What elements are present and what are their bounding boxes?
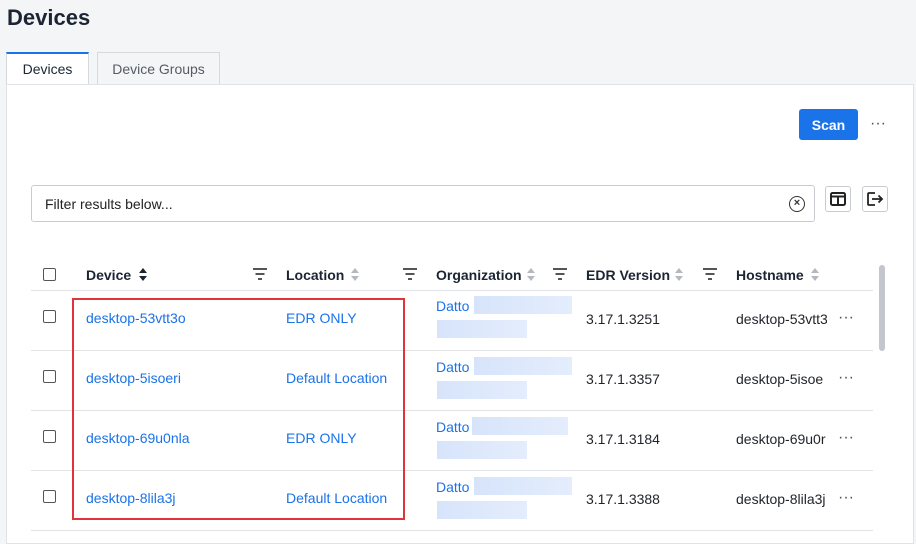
- column-header-device[interactable]: Device: [86, 267, 131, 283]
- location-link[interactable]: Default Location: [286, 370, 387, 386]
- redacted-region: [474, 477, 572, 495]
- column-header-edr-version[interactable]: EDR Version: [586, 267, 670, 283]
- scan-button[interactable]: Scan: [799, 109, 858, 140]
- header-divider: [31, 290, 873, 291]
- filter-input[interactable]: [45, 186, 785, 221]
- row-checkbox[interactable]: [43, 490, 56, 503]
- filter-field: ×: [31, 185, 815, 222]
- sort-organization-icon[interactable]: [527, 267, 535, 283]
- export-button[interactable]: [862, 186, 888, 212]
- device-link[interactable]: desktop-8lila3j: [86, 490, 176, 506]
- edr-version: 3.17.1.3251: [586, 311, 660, 327]
- row-divider: [31, 350, 873, 351]
- redacted-region: [437, 381, 527, 399]
- tab-bar: Devices Device Groups: [6, 52, 220, 85]
- hostname: desktop-8lila3j: [736, 491, 826, 507]
- sort-location-icon[interactable]: [351, 267, 359, 283]
- more-options-icon[interactable]: ···: [870, 116, 886, 132]
- column-header-organization[interactable]: Organization: [436, 267, 522, 283]
- row-checkbox[interactable]: [43, 430, 56, 443]
- row-divider: [31, 410, 873, 411]
- export-icon: [867, 192, 884, 206]
- hostname: desktop-69u0r: [736, 431, 826, 447]
- row-actions-icon[interactable]: ···: [838, 310, 854, 326]
- organization-link[interactable]: Datto: [436, 419, 469, 435]
- edr-version: 3.17.1.3184: [586, 431, 660, 447]
- edr-version: 3.17.1.3388: [586, 491, 660, 507]
- redacted-region: [437, 441, 527, 459]
- sort-hostname-icon[interactable]: [811, 267, 819, 283]
- organization-link[interactable]: Datto: [436, 359, 469, 375]
- location-link[interactable]: Default Location: [286, 490, 387, 506]
- scrollbar-thumb[interactable]: [879, 265, 885, 351]
- redacted-region: [474, 357, 572, 375]
- hostname: desktop-53vtt3: [736, 311, 827, 327]
- row-divider: [31, 530, 873, 531]
- sort-device-icon[interactable]: [139, 267, 147, 283]
- redacted-region: [474, 296, 572, 314]
- row-actions-icon[interactable]: ···: [838, 430, 854, 446]
- device-link[interactable]: desktop-53vtt3o: [86, 310, 186, 326]
- organization-link[interactable]: Datto: [436, 479, 469, 495]
- table-scrollbar[interactable]: [878, 262, 886, 542]
- organization-link[interactable]: Datto: [436, 298, 469, 314]
- row-checkbox[interactable]: [43, 370, 56, 383]
- column-header-hostname[interactable]: Hostname: [736, 267, 804, 283]
- row-divider: [31, 470, 873, 471]
- columns-icon: [830, 192, 846, 206]
- row-actions-icon[interactable]: ···: [838, 370, 854, 386]
- location-link[interactable]: EDR ONLY: [286, 430, 357, 446]
- row-checkbox[interactable]: [43, 310, 56, 323]
- filter-device-icon[interactable]: [253, 268, 267, 280]
- redacted-region: [437, 501, 527, 519]
- clear-filter-icon[interactable]: ×: [789, 196, 805, 212]
- redacted-region: [472, 417, 568, 435]
- tab-device-groups[interactable]: Device Groups: [97, 52, 220, 85]
- location-link[interactable]: EDR ONLY: [286, 310, 357, 326]
- edr-version: 3.17.1.3357: [586, 371, 660, 387]
- device-link[interactable]: desktop-5isoeri: [86, 370, 181, 386]
- hostname: desktop-5isoe: [736, 371, 824, 387]
- redacted-region: [437, 320, 527, 338]
- device-link[interactable]: desktop-69u0nla: [86, 430, 190, 446]
- select-all-checkbox[interactable]: [43, 268, 56, 281]
- filter-location-icon[interactable]: [403, 268, 417, 280]
- row-actions-icon[interactable]: ···: [838, 490, 854, 506]
- filter-organization-icon[interactable]: [553, 268, 567, 280]
- filter-edr-version-icon[interactable]: [703, 268, 717, 280]
- tab-devices[interactable]: Devices: [6, 52, 89, 85]
- page-title: Devices: [7, 5, 91, 30]
- column-header-location[interactable]: Location: [286, 267, 344, 283]
- columns-button[interactable]: [825, 186, 851, 212]
- sort-edr-version-icon[interactable]: [675, 267, 683, 283]
